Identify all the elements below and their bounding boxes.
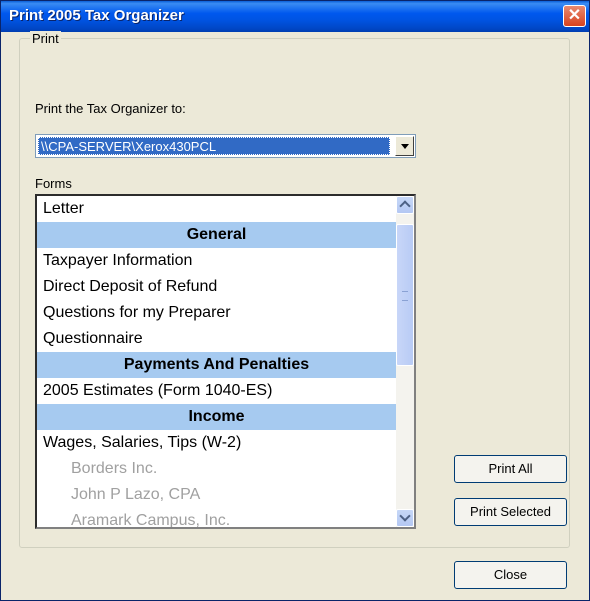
form-list-item[interactable]: Letter	[37, 196, 396, 222]
form-list-item[interactable]: Wages, Salaries, Tips (W-2)	[37, 430, 396, 456]
forms-listbox[interactable]: Letter General Taxpayer Information Direct …	[35, 194, 416, 529]
form-list-item[interactable]: Borders Inc.	[37, 456, 396, 482]
form-list-item[interactable]: Direct Deposit of Refund	[37, 274, 396, 300]
form-category-header: General	[37, 222, 396, 248]
print-selected-button[interactable]: Print Selected	[454, 498, 567, 526]
print-all-button[interactable]: Print All	[454, 455, 567, 483]
forms-scrollbar[interactable]	[396, 196, 414, 527]
form-list-item[interactable]: Questions for my Preparer	[37, 300, 396, 326]
forms-list: Letter General Taxpayer Information Direct …	[37, 196, 396, 527]
form-category-header: Payments And Penalties	[37, 352, 396, 378]
printer-select-value: \\CPA-SERVER\Xerox430PCL	[38, 137, 390, 155]
form-list-item[interactable]: 2005 Estimates (Form 1040-ES)	[37, 378, 396, 404]
print-group-label: Print	[30, 31, 61, 46]
printer-label: Print the Tax Organizer to:	[35, 101, 186, 116]
close-button[interactable]: Close	[454, 561, 567, 589]
arrow-down-icon[interactable]	[396, 509, 414, 527]
form-category-header: Income	[37, 404, 396, 430]
printer-select[interactable]: \\CPA-SERVER\Xerox430PCL	[35, 134, 416, 158]
title-bar[interactable]: Print 2005 Tax Organizer ✕	[1, 1, 589, 32]
close-icon: ✕	[567, 7, 582, 24]
window-title: Print 2005 Tax Organizer	[9, 7, 184, 24]
close-window-button[interactable]: ✕	[563, 5, 586, 27]
form-list-item[interactable]: Taxpayer Information	[37, 248, 396, 274]
arrow-up-icon[interactable]	[396, 196, 414, 214]
form-list-item[interactable]: Aramark Campus, Inc.	[37, 508, 396, 527]
chevron-down-icon[interactable]	[395, 136, 414, 156]
form-list-item[interactable]: Questionnaire	[37, 326, 396, 352]
scrollbar-thumb[interactable]	[396, 224, 414, 366]
form-list-item[interactable]: John P Lazo, CPA	[37, 482, 396, 508]
forms-label: Forms	[35, 176, 72, 191]
